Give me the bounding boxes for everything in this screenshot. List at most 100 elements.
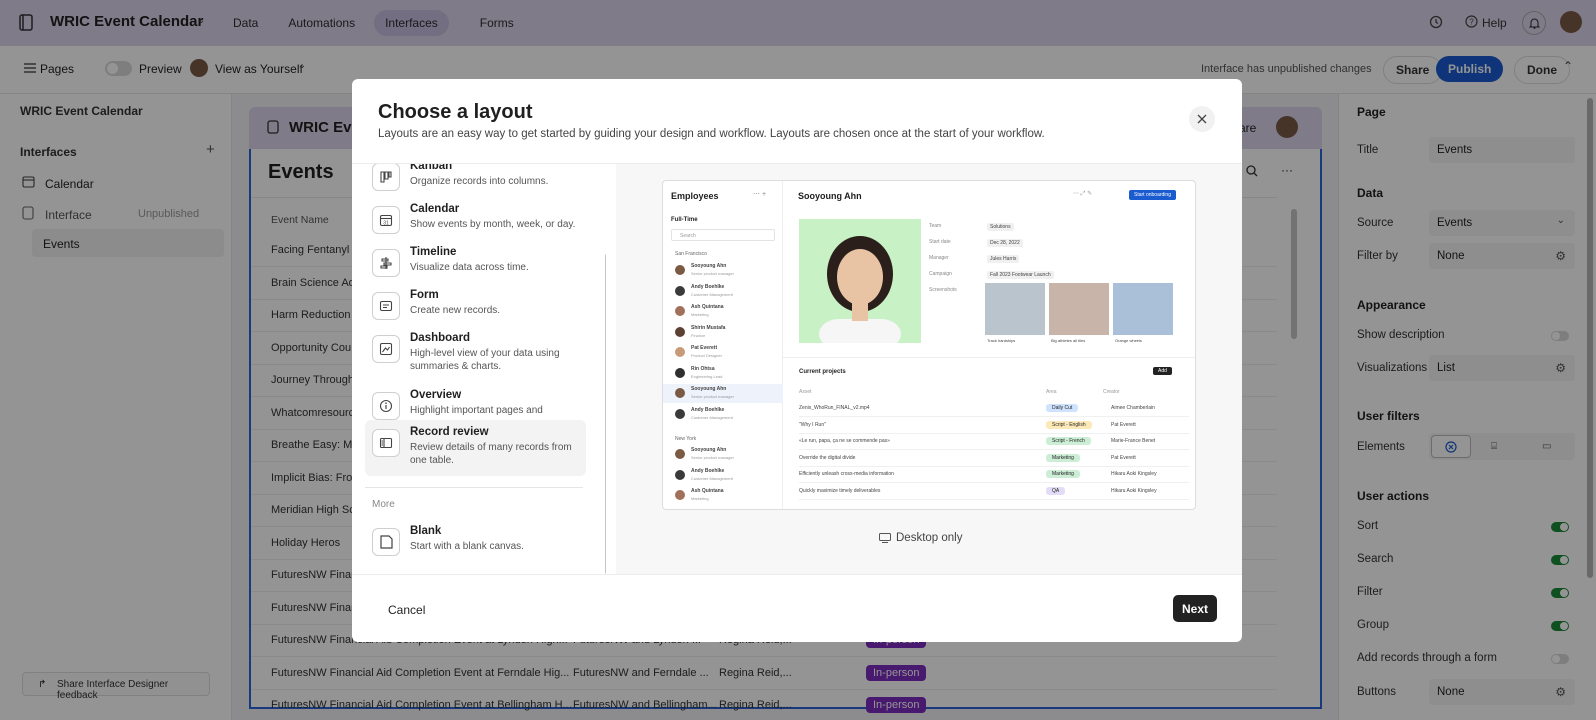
layout-title: Calendar	[410, 203, 460, 215]
preview-thumbnail-caption: Big athletes all tiles	[1051, 338, 1086, 343]
preview-project-asset: «Le run, papa, ça ne se commende pas»	[799, 438, 890, 444]
dashboard-icon	[372, 335, 400, 363]
layout-description: Create new records.	[410, 305, 501, 316]
preview-field-value: Jules Harris	[987, 255, 1020, 263]
preview-list-item: Sooyoung Ahn Senior product manager	[663, 261, 783, 280]
preview-list-item: Sooyoung Ahn Senior product manager	[663, 384, 783, 403]
preview-project-creator: Marie-France Benet	[1111, 438, 1156, 444]
preview-project-asset: Quickly maximize timely deliverables	[799, 487, 881, 494]
avatar	[675, 490, 685, 500]
preview-list-controls: ⋯ +	[753, 191, 767, 198]
preview-list-item: Sooyoung Ahn Senior product manager	[663, 445, 783, 464]
preview-thumbnail-caption: Orange wheels	[1115, 338, 1142, 343]
more-section-label: More	[372, 499, 395, 510]
preview-person-role: Customer Management	[691, 291, 733, 297]
record-review-icon	[372, 429, 400, 457]
preview-col-header: Creator	[1103, 389, 1120, 395]
preview-person-role: Product Designer	[691, 353, 722, 358]
preview-list-item: Rin Ohtsa Engineering Lead	[663, 364, 783, 383]
avatar	[675, 265, 685, 275]
calendar-icon: 31	[372, 206, 400, 234]
layout-preview: Employees ⋯ + Full-Time Search San Franc…	[662, 180, 1196, 510]
preview-field-label: Campaign	[929, 271, 952, 277]
layout-description: Organize records into columns.	[410, 176, 549, 187]
preview-portrait	[799, 219, 921, 343]
preview-employee-list: Employees ⋯ + Full-Time Search San Franc…	[663, 181, 783, 509]
preview-project-asset: Efficiently unleash cross-media informat…	[799, 471, 894, 477]
preview-list-item: Pat Everett Product Designer	[663, 343, 783, 362]
preview-person-name: Sooyoung Ahn	[691, 263, 727, 269]
preview-field-label: Start date	[929, 239, 951, 245]
preview-person-name: Shirin Mustafa	[691, 324, 726, 331]
cancel-button[interactable]: Cancel	[388, 603, 425, 617]
preview-person-role: Marketing	[691, 312, 709, 317]
layout-description: High-level view of your data using summa…	[410, 348, 560, 372]
preview-person-role: Customer Management	[691, 475, 733, 481]
next-button[interactable]: Next	[1173, 595, 1217, 622]
preview-thumbnail	[1049, 283, 1109, 335]
layout-preview-pane: Employees ⋯ + Full-Time Search San Franc…	[616, 164, 1242, 574]
layout-option-dashboard[interactable]: Dashboard High-level view of your data us…	[365, 326, 586, 378]
preview-field-label: Manager	[929, 255, 949, 261]
preview-detail-name: Sooyoung Ahn	[798, 191, 862, 201]
layout-title: Record review	[410, 426, 489, 438]
preview-person-role: Engineering Lead	[691, 373, 723, 379]
preview-thumbnail	[985, 283, 1045, 335]
preview-project-area: Script - English	[1046, 420, 1092, 429]
preview-project-area: Marketing	[1046, 453, 1080, 462]
avatar	[675, 326, 685, 337]
preview-person-name: Sooyoung Ahn	[691, 386, 727, 392]
layout-title: Kanban	[410, 164, 453, 172]
preview-person-role: Senior product manager	[691, 455, 734, 460]
kanban-icon	[372, 164, 400, 191]
close-icon[interactable]	[1189, 106, 1215, 132]
layout-option-blank[interactable]: Blank Start with a blank canvas.	[365, 519, 586, 571]
avatar	[675, 285, 685, 296]
preview-person-name: Ash Quintana	[691, 488, 724, 494]
preview-field-label: Team	[929, 223, 942, 229]
preview-add-button: Add	[1153, 367, 1172, 375]
info-icon	[372, 392, 400, 420]
preview-person-name: Andy Boehlke	[691, 467, 725, 474]
preview-project-asset: Zenix_WhoRun_FINAL_v2.mp4	[799, 405, 870, 411]
avatar	[675, 449, 685, 459]
preview-project-area: Daily Cut	[1046, 404, 1079, 412]
preview-projects-title: Current projects	[799, 369, 846, 375]
layout-description: Review details of many records from one …	[410, 442, 572, 466]
preview-list-title: Employees	[671, 191, 719, 201]
preview-filter: Full-Time	[671, 217, 698, 223]
preview-person-role: Marketing	[691, 496, 709, 501]
scrollbar[interactable]	[605, 254, 606, 574]
preview-col-header: Asset	[799, 389, 812, 395]
preview-person-role: Senior product manager	[691, 394, 734, 399]
layout-title: Dashboard	[410, 332, 471, 344]
preview-list-item: Andy Boehlke Customer Management	[663, 466, 783, 485]
avatar	[675, 306, 685, 316]
preview-person-name: Andy Boehlke	[691, 283, 725, 290]
layout-title: Form	[410, 289, 439, 301]
avatar	[675, 388, 685, 398]
avatar	[675, 469, 685, 480]
preview-project-area: Script - French	[1046, 437, 1091, 445]
layout-list: Kanban Organize records into columns. 31 Ca…	[352, 164, 606, 574]
preview-detail-controls: ⋯ ⤢ ✎	[1073, 191, 1093, 197]
timeline-icon	[372, 249, 400, 277]
avatar	[675, 408, 685, 419]
preview-person-name: Andy Boehlke	[691, 406, 725, 413]
preview-list-item: Andy Boehlke Customer Management	[663, 405, 783, 424]
preview-group-label: San Francisco	[675, 251, 707, 257]
preview-person-name: Ash Quintana	[691, 304, 724, 310]
preview-group-label: New York	[675, 436, 697, 442]
preview-project-creator: Hikaru Aoki Kingsley	[1111, 471, 1157, 477]
preview-person-name: Rin Ohtsa	[691, 365, 715, 372]
preview-project-asset: "Why I Run"	[799, 421, 826, 428]
dialog-title: Choose a layout	[378, 101, 533, 123]
dialog-subtitle: Layouts are an easy way to get started b…	[378, 128, 1045, 140]
preview-list-item: Ash Quintana Marketing	[663, 486, 783, 505]
preview-thumbnail	[1113, 283, 1173, 335]
preview-list-item: Ash Quintana Marketing	[663, 302, 783, 321]
form-icon	[372, 292, 400, 320]
layout-option-record-review[interactable]: Record review Review details of many reco…	[365, 420, 586, 476]
svg-text:31: 31	[383, 220, 389, 226]
preview-search: Search	[671, 229, 775, 241]
